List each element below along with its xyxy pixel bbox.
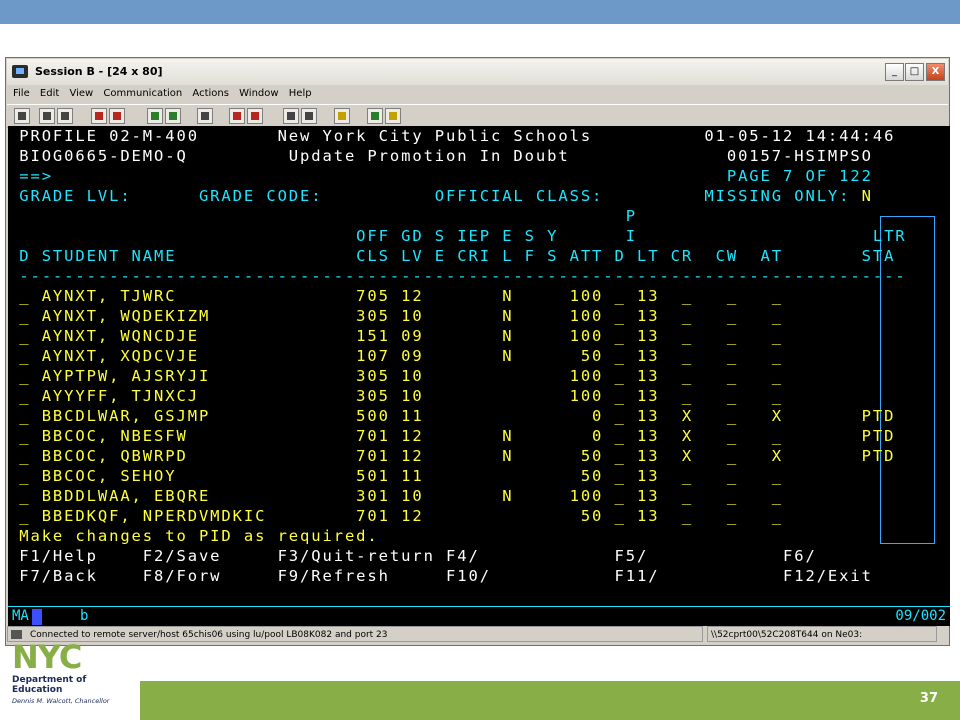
paste-icon[interactable] [57, 108, 73, 124]
play-icon[interactable] [229, 108, 245, 124]
terminal-line: D STUDENT NAME CLS LV E CRI L F S ATT D … [8, 247, 896, 265]
menu-bar: File Edit View Communication Actions Win… [7, 85, 948, 103]
menu-edit[interactable]: Edit [40, 85, 59, 103]
keypad-icon[interactable] [165, 108, 181, 124]
terminal-line: _ BBEDKQF, NPERDVMDKIC 701 12 50 _ 13 _ … [8, 507, 783, 525]
terminal-line: _ AYYYFF, TJNXCJ 305 10 100 _ 13 _ _ _ [8, 387, 783, 405]
record-icon[interactable] [197, 108, 213, 124]
terminal-app-icon [12, 65, 28, 78]
terminal-line: P [8, 207, 637, 225]
maximize-button[interactable]: □ [905, 63, 924, 81]
terminal-line: ----------------------------------------… [8, 267, 907, 285]
terminal-line: _ AYPTPW, AJSRYJI 305 10 100 _ 13 _ _ _ [8, 367, 783, 385]
slide-top-band [0, 0, 960, 24]
missing-only-value[interactable]: N [862, 187, 873, 205]
terminal-line: _ AYNXT, TJWRC 705 12 N 100 _ 13 _ _ _ [8, 287, 783, 305]
slide-footer-band: 37 [140, 681, 960, 720]
terminal-line: GRADE LVL: GRADE CODE: OFFICIAL CLASS: M… [8, 187, 873, 205]
globe-icon[interactable] [367, 108, 383, 124]
logo-nyc: NYC [12, 638, 82, 676]
terminal-screen[interactable]: MA b 09/002 PROFILE 02-M-400 New York Ci… [8, 126, 950, 626]
nyc-doe-logo: NYC Department of Education Dennis M. Wa… [10, 640, 145, 720]
clipboard-icon[interactable] [334, 108, 350, 124]
menu-communication[interactable]: Communication [103, 85, 182, 103]
printer-text: \\52cprt00\52C208T644 on Ne03: [711, 630, 863, 640]
logo-line-2: Education [12, 685, 63, 695]
stop-icon[interactable] [301, 108, 317, 124]
terminal-line: PROFILE 02-M-400 New York City Public Sc… [8, 127, 896, 145]
cursor-position: 09/002 [895, 608, 946, 624]
oia-indicator: MA [12, 608, 29, 624]
copy-icon[interactable] [39, 108, 55, 124]
receive-icon[interactable] [109, 108, 125, 124]
terminal-line: OFF GD S IEP E S Y I LTR [8, 227, 907, 245]
oia-session: b [80, 608, 89, 624]
send-icon[interactable] [91, 108, 107, 124]
terminal-line: F1/Help F2/Save F3/Quit-return F4/ F5/ F… [8, 547, 817, 565]
status-bar: Connected to remote server/host 65chis06… [7, 626, 948, 644]
menu-file[interactable]: File [13, 85, 30, 103]
close-button[interactable]: X [926, 63, 945, 81]
menu-view[interactable]: View [69, 85, 93, 103]
menu-help[interactable]: Help [289, 85, 312, 103]
display-icon[interactable] [147, 108, 163, 124]
terminal-line: _ BBCDLWAR, GSJMP 500 11 0 _ 13 X _ X PT… [8, 407, 896, 425]
oia-cursor [32, 609, 42, 625]
logo-line-3: Dennis M. Walcott, Chancellor [12, 697, 110, 705]
title-bar[interactable]: Session B - [24 x 80] _ □ X [7, 59, 948, 85]
terminal-line: _ AYNXT, WQNCDJE 151 09 N 100 _ 13 _ _ _ [8, 327, 783, 345]
window-title: Session B - [24 x 80] [35, 65, 163, 78]
terminal-line: Make changes to PID as required. [8, 527, 379, 545]
terminal-line: BIOG0665-DEMO-Q Update Promotion In Doub… [8, 147, 873, 165]
menu-actions[interactable]: Actions [192, 85, 229, 103]
pause-icon[interactable] [247, 108, 263, 124]
terminal-line: _ BBDDLWAA, EBQRE 301 10 N 100 _ 13 _ _ … [8, 487, 783, 505]
printer-status: \\52cprt00\52C208T644 on Ne03: [707, 626, 937, 642]
minimize-button[interactable]: _ [885, 63, 904, 81]
terminal-line: _ BBCOC, NBESFW 701 12 N 0 _ 13 X _ _ PT… [8, 427, 896, 445]
macro-icon[interactable] [283, 108, 299, 124]
menu-window[interactable]: Window [239, 85, 278, 103]
terminal-line: _ BBCOC, QBWRPD 701 12 N 50 _ 13 X _ X P… [8, 447, 896, 465]
terminal-line: _ AYNXT, WQDEKIZM 305 10 N 100 _ 13 _ _ … [8, 307, 783, 325]
print-icon[interactable] [14, 108, 30, 124]
toolbar [7, 104, 948, 128]
terminal-line: F7/Back F8/Forw F9/Refresh F10/ F11/ F12… [8, 567, 873, 585]
terminal-line: ==> PAGE 7 OF 122 [8, 167, 873, 185]
settings-icon[interactable] [385, 108, 401, 124]
logo-line-1: Department of [12, 675, 87, 685]
terminal-line: _ AYNXT, XQDCVJE 107 09 N 50 _ 13 _ _ _ [8, 347, 783, 365]
terminal-line: _ BBCOC, SEHOY 501 11 50 _ 13 _ _ _ [8, 467, 783, 485]
operator-info-area: MA b 09/002 [8, 606, 950, 626]
page-number: 37 [919, 691, 938, 706]
